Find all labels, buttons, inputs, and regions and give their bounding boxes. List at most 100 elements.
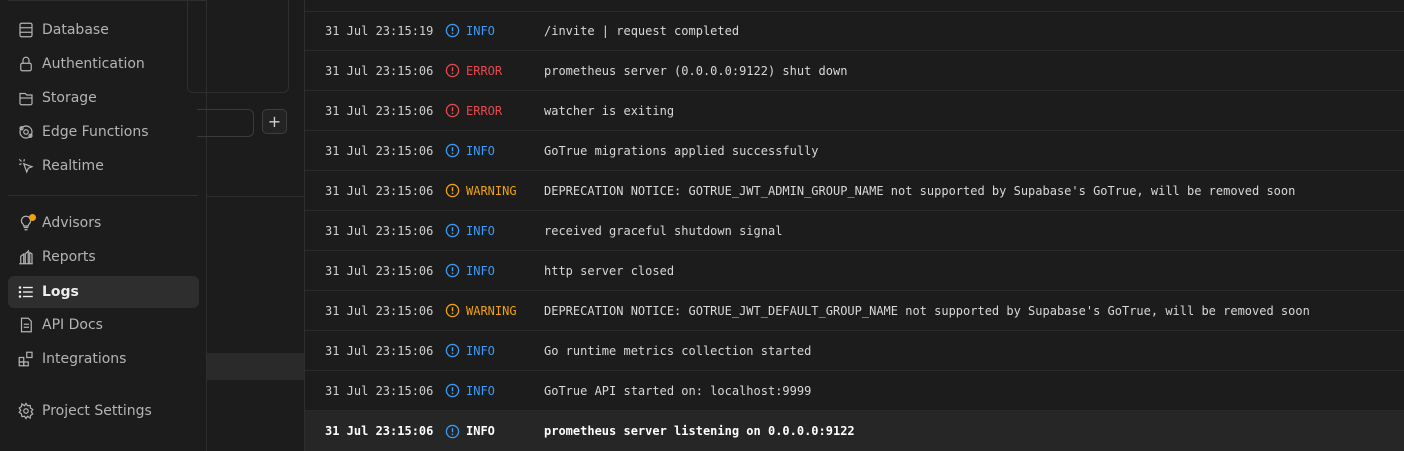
log-message: Go runtime metrics collection started [544,343,812,358]
info-icon [445,383,460,398]
sidebar-item-label: Authentication [42,56,145,72]
log-level-label: INFO [466,23,495,38]
sidebar-item-storage[interactable]: Storage [8,82,199,114]
table-row[interactable]: 31 Jul 23:15:06 WARNING DEPRECATION NOTICE… [305,291,1404,331]
log-message: prometheus server listening on 0.0.0.0:9… [544,424,855,438]
selected-list-item[interactable] [207,353,304,380]
log-level: INFO [445,383,495,398]
divider [8,0,206,1]
log-level: INFO [445,143,495,158]
sidebar-item-label: Integrations [42,351,127,367]
log-level: ERROR [445,63,502,78]
table-row[interactable]: 31 Jul 23:15:06 INFO Go runtime metrics co… [305,331,1404,371]
sidebar-item-label: Logs [42,284,79,300]
log-level-label: INFO [466,424,495,438]
table-row[interactable]: 31 Jul 23:15:06 INFO GoTrue API started on… [305,371,1404,411]
log-timestamp: 31 Jul 23:15:06 [325,103,434,118]
log-level-label: INFO [466,223,495,238]
file-text-icon [16,315,36,335]
info-icon [445,23,460,38]
sidebar-item-label: API Docs [42,317,103,333]
info-icon [445,223,460,238]
table-row[interactable]: 31 Jul 23:15:06 WARNING DEPRECATION NOTICE… [305,171,1404,211]
table-row[interactable]: 31 Jul 23:15:06 INFO GoTrue migrations app… [305,131,1404,171]
table-row[interactable]: 31 Jul 23:15:06 ERROR prometheus server (0… [305,51,1404,91]
sidebar-item-authentication[interactable]: Authentication [8,48,199,80]
warning-icon [445,183,460,198]
sidebar: Database Authentication Storage Edge Fun… [0,0,207,451]
sidebar-item-label: Reports [42,249,96,265]
info-icon [445,343,460,358]
gear-icon [16,401,36,421]
lock-icon [16,54,36,74]
blocks-icon [16,349,36,369]
sidebar-item-database[interactable]: Database [8,14,199,46]
table-row[interactable]: 31 Jul 23:15:06 ERROR watcher is exiting [305,91,1404,131]
info-icon [445,143,460,158]
log-message: received graceful shutdown signal [544,223,783,238]
search-input[interactable] [197,109,254,137]
log-timestamp: 31 Jul 23:15:06 [325,63,434,78]
log-level-label: INFO [466,263,495,278]
log-level: WARNING [445,303,517,318]
log-level-label: ERROR [466,63,503,78]
log-timestamp: 31 Jul 23:15:06 [325,343,434,358]
sidebar-item-label: Project Settings [42,403,152,419]
sidebar-item-label: Advisors [42,215,102,231]
log-level: INFO [445,223,495,238]
logs-explorer-panel: + [187,0,305,451]
log-timestamp: 31 Jul 23:15:06 [325,143,434,158]
sidebar-item-realtime[interactable]: Realtime [8,150,199,182]
database-icon [16,20,36,40]
log-message: prometheus server (0.0.0.0:9122) shut do… [544,63,848,78]
sidebar-item-logs[interactable]: Logs [8,276,199,308]
table-row[interactable]: 31 Jul 23:15:06 INFO http server closed [305,251,1404,291]
log-message: GoTrue API started on: localhost:9999 [544,383,812,398]
log-message: DEPRECATION NOTICE: GOTRUE_JWT_ADMIN_GRO… [544,183,1296,198]
table-row[interactable]: 31 Jul 23:15:06 INFO prometheus server lis… [305,411,1404,451]
list-icon [16,282,36,302]
sidebar-item-label: Database [42,22,109,38]
log-level-label: WARNING [466,183,517,198]
log-level: WARNING [445,183,517,198]
error-icon [445,103,460,118]
sidebar-item-project-settings[interactable]: Project Settings [8,395,199,427]
log-timestamp: 31 Jul 23:15:06 [325,424,434,438]
sidebar-item-api-docs[interactable]: API Docs [8,309,199,341]
add-button[interactable]: + [262,109,287,134]
info-icon [445,424,460,438]
log-level-label: INFO [466,343,495,358]
archive-icon [16,88,36,108]
log-timestamp: 31 Jul 23:15:06 [325,223,434,238]
log-level-label: ERROR [466,103,503,118]
log-level: INFO [445,263,495,278]
log-table: 31 Jul 23:15:19 INFO/invite | request com… [305,0,1404,451]
log-level-label: INFO [466,383,495,398]
sidebar-item-edge-functions[interactable]: Edge Functions [8,116,199,148]
chart-icon [16,247,36,267]
notification-dot [29,214,36,221]
log-level: INFO [445,23,495,38]
sidebar-item-label: Edge Functions [42,124,149,140]
log-timestamp: 31 Jul 23:15:19 [325,23,434,38]
log-message: http server closed [544,263,675,278]
panel-card [187,0,289,93]
log-timestamp: 31 Jul 23:15:06 [325,303,434,318]
log-timestamp: 31 Jul 23:15:06 [325,183,434,198]
error-icon [445,63,460,78]
table-row[interactable]: 31 Jul 23:15:19 INFO/invite | request com… [305,11,1404,51]
info-icon [445,263,460,278]
warning-icon [445,303,460,318]
log-level-label: WARNING [466,303,517,318]
lightbulb-icon [16,213,36,233]
sidebar-item-label: Storage [42,90,97,106]
sidebar-item-label: Realtime [42,158,104,174]
table-row[interactable]: 31 Jul 23:15:06 INFO received graceful shu… [305,211,1404,251]
sidebar-item-reports[interactable]: Reports [8,241,199,273]
divider [207,196,304,197]
sidebar-item-integrations[interactable]: Integrations [8,343,199,375]
edge-functions-icon [16,122,36,142]
log-timestamp: 31 Jul 23:15:06 [325,263,434,278]
log-timestamp: 31 Jul 23:15:06 [325,383,434,398]
sidebar-item-advisors[interactable]: Advisors [8,207,199,239]
